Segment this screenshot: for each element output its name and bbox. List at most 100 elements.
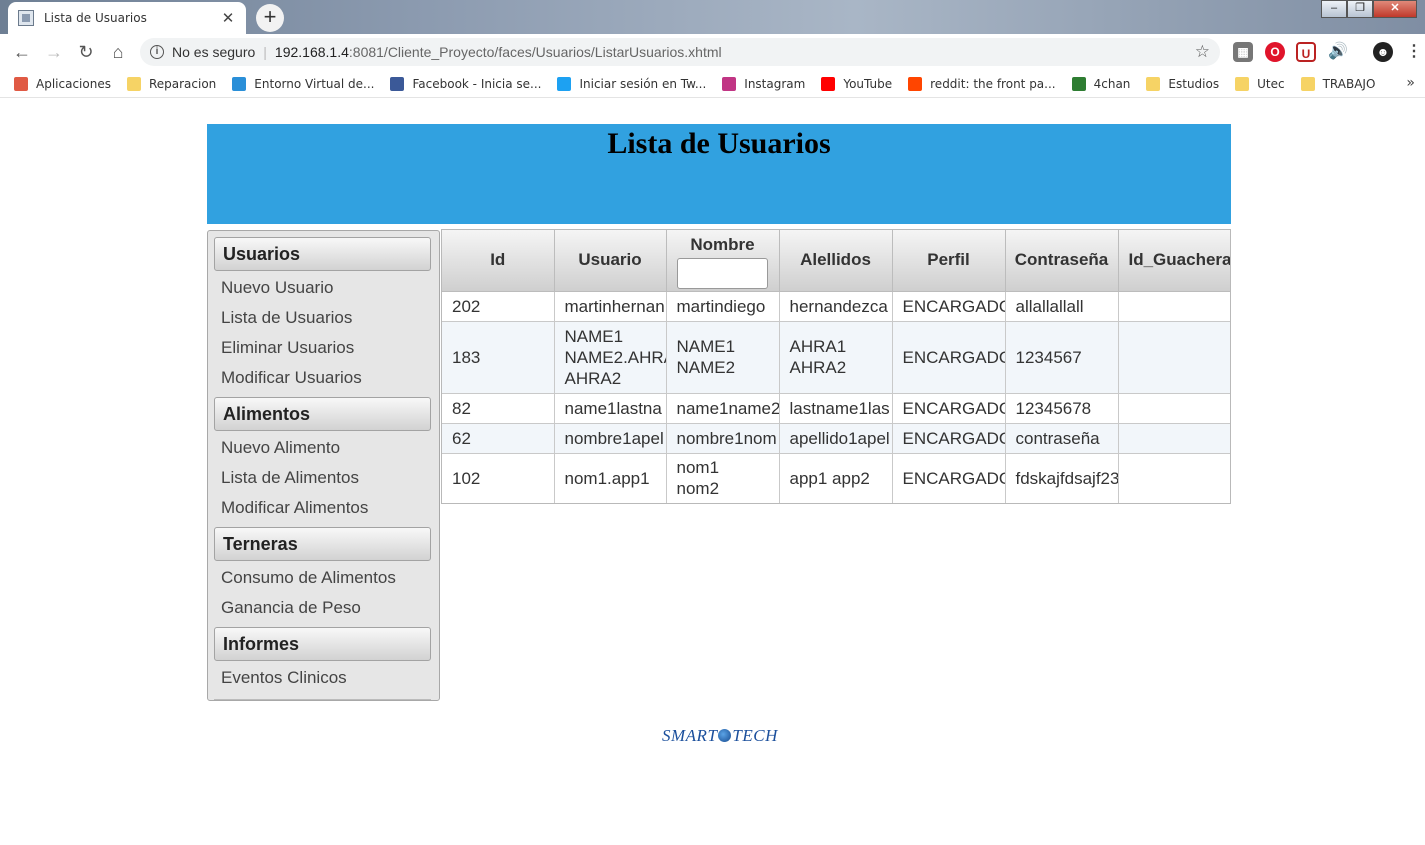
menu-bottom-divider — [214, 699, 431, 700]
minimize-button[interactable]: – — [1321, 0, 1347, 18]
table-row[interactable]: 62 nombre1apel nombre1nom apellido1apel ENCA… — [442, 423, 1230, 454]
cell-line: AHRA2 — [564, 368, 622, 388]
bookmark-label: Reparacion — [148, 76, 217, 91]
column-header-perfil[interactable]: Perfil — [892, 230, 1006, 292]
cell-line: apellido1apel — [789, 428, 890, 448]
bookmark-item[interactable]: Facebook - Inicia se... — [390, 76, 541, 91]
menu-item[interactable]: Modificar Alimentos — [214, 493, 431, 523]
bookmark-item[interactable]: reddit: the front pa... — [908, 76, 1056, 91]
menu-kebab-icon[interactable]: ⋮ — [1404, 42, 1424, 62]
cell-id: 102 — [442, 453, 555, 503]
column-header-nombre[interactable]: Nombre — [666, 230, 780, 292]
page-title: Lista de Usuarios — [607, 127, 831, 160]
bookmark-item[interactable]: Utec — [1235, 76, 1285, 91]
menu-item[interactable]: Eliminar Usuarios — [214, 333, 431, 363]
bookmark-star-icon[interactable]: ☆ — [1195, 42, 1210, 62]
menu-item[interactable]: Consumo de Alimentos — [214, 563, 431, 593]
security-label: No es seguro — [172, 44, 256, 60]
bookmark-item[interactable]: Estudios — [1146, 76, 1220, 91]
cell-id-guachera — [1118, 321, 1230, 394]
bookmark-item[interactable]: Aplicaciones — [14, 76, 111, 91]
column-header-apellidos[interactable]: Alellidos — [779, 230, 893, 292]
column-header-contrasena[interactable]: Contraseña — [1005, 230, 1119, 292]
address-bar[interactable]: i No es seguro | 192.168.1.4 :8081/Clien… — [140, 38, 1220, 66]
cell-perfil: ENCARGADO — [892, 291, 1006, 322]
clover-icon — [1071, 76, 1086, 91]
close-window-button[interactable]: ✕ — [1373, 0, 1417, 18]
bookmark-label: reddit: the front pa... — [930, 76, 1056, 91]
menu-item[interactable]: Lista de Usuarios — [214, 303, 431, 333]
bookmark-label: Iniciar sesión en Tw... — [579, 76, 707, 91]
home-icon[interactable]: ⌂ — [106, 40, 130, 64]
bookmark-item[interactable]: 4chan — [1071, 76, 1131, 91]
menu-item[interactable]: Nuevo Alimento — [214, 433, 431, 463]
menu-section-header[interactable]: Terneras — [214, 527, 431, 561]
bookmark-label: TRABAJO — [1322, 76, 1376, 91]
reddit-icon — [908, 76, 923, 91]
cell-line: martindiego — [676, 296, 766, 316]
menu-item[interactable]: Lista de Alimentos — [214, 463, 431, 493]
info-icon[interactable]: i — [150, 45, 164, 59]
column-header-id[interactable]: Id — [442, 230, 555, 292]
menu-section-header[interactable]: Informes — [214, 627, 431, 661]
cell-perfil: ENCARGADO — [892, 321, 1006, 394]
opera-extension-icon[interactable]: O — [1265, 42, 1285, 62]
cell-line: NAME2.AHRA1 — [564, 347, 666, 367]
bookmark-item[interactable]: Iniciar sesión en Tw... — [557, 76, 707, 91]
menu-section-header[interactable]: Usuarios — [214, 237, 431, 271]
sidebar-menu: Usuarios Nuevo Usuario Lista de Usuarios El… — [207, 230, 440, 701]
cell-apellidos: apellido1apel — [779, 423, 893, 454]
tab-close-icon[interactable]: ✕ — [220, 9, 236, 27]
apps-grid-icon — [14, 76, 28, 91]
cell-line: martinhernan — [564, 296, 665, 316]
forward-arrow-icon[interactable]: → — [42, 40, 66, 64]
cell-apellidos: hernandezca — [779, 291, 893, 322]
browser-tab[interactable]: Lista de Usuarios ✕ — [8, 2, 246, 34]
menu-item[interactable]: Ganancia de Peso — [214, 593, 431, 623]
profile-avatar[interactable]: ☻ — [1373, 42, 1393, 62]
table-row[interactable]: 82 name1lastna name1name2 lastname1las ENCAR… — [442, 393, 1230, 424]
bookmark-item[interactable]: YouTube — [821, 76, 892, 91]
cell-line: name1lastna — [564, 398, 662, 418]
reload-icon[interactable]: ↻ — [74, 40, 98, 64]
maximize-button[interactable]: ❐ — [1347, 0, 1373, 18]
globe-icon — [718, 729, 732, 742]
cell-contrasena: contraseña — [1005, 423, 1119, 454]
bookmark-label: 4chan — [1093, 76, 1131, 91]
bookmark-item[interactable]: Instagram — [722, 76, 805, 91]
menu-item[interactable]: Modificar Usuarios — [214, 363, 431, 393]
table-row[interactable]: 183NAME1NAME2.AHRA1AHRA2NAME1NAME2AHRA1A… — [442, 321, 1230, 394]
speaker-icon[interactable]: 🔊 — [1328, 42, 1348, 62]
menu-divider — [214, 693, 431, 697]
column-header-nombre-label: Nombre — [690, 234, 755, 254]
bookmarks-overflow-icon[interactable]: » — [1406, 75, 1415, 91]
bookmark-item[interactable]: Entorno Virtual de... — [232, 76, 374, 91]
cell-contrasena: 1234567 — [1005, 321, 1119, 394]
menu-item[interactable]: Eventos Clinicos — [214, 663, 431, 693]
new-tab-button[interactable]: + — [256, 4, 284, 32]
cell-perfil: ENCARGADO — [892, 423, 1006, 454]
menu-item[interactable]: Nuevo Usuario — [214, 273, 431, 303]
cell-line: name1name2 — [676, 398, 779, 418]
bookmark-item[interactable]: Reparacion — [126, 76, 217, 91]
table-row[interactable]: 102 nom1.app1 nom1 nom2 app1 app2 ENCARGADO fd… — [442, 453, 1230, 503]
url-host: 192.168.1.4 — [274, 44, 349, 60]
tab-title: Lista de Usuarios — [44, 11, 147, 25]
cell-apellidos: lastname1las — [779, 393, 893, 424]
cell-contrasena: fdskajfdsajf23 — [1005, 453, 1119, 503]
extension-qr-icon[interactable]: ▦ — [1233, 42, 1253, 62]
shield-extension-icon[interactable]: U — [1296, 42, 1316, 62]
folder-icon — [1146, 76, 1161, 91]
bookmark-item[interactable]: TRABAJO — [1300, 76, 1376, 91]
cell-nombre: martindiego — [666, 291, 780, 322]
cell-line: nom1.app1 — [564, 468, 650, 488]
back-arrow-icon[interactable]: ← — [10, 40, 34, 64]
column-header-id-guachera[interactable]: Id_Guachera — [1118, 230, 1230, 292]
column-header-usuario[interactable]: Usuario — [554, 230, 667, 292]
bookmark-label: Estudios — [1168, 76, 1220, 91]
cell-id: 202 — [442, 291, 555, 322]
menu-section-header[interactable]: Alimentos — [214, 397, 431, 431]
nombre-filter-input[interactable] — [677, 257, 768, 289]
table-row[interactable]: 202 martinhernan martindiego hernandezca ENC… — [442, 291, 1230, 322]
window-controls: – ❐ ✕ — [1321, 0, 1417, 18]
